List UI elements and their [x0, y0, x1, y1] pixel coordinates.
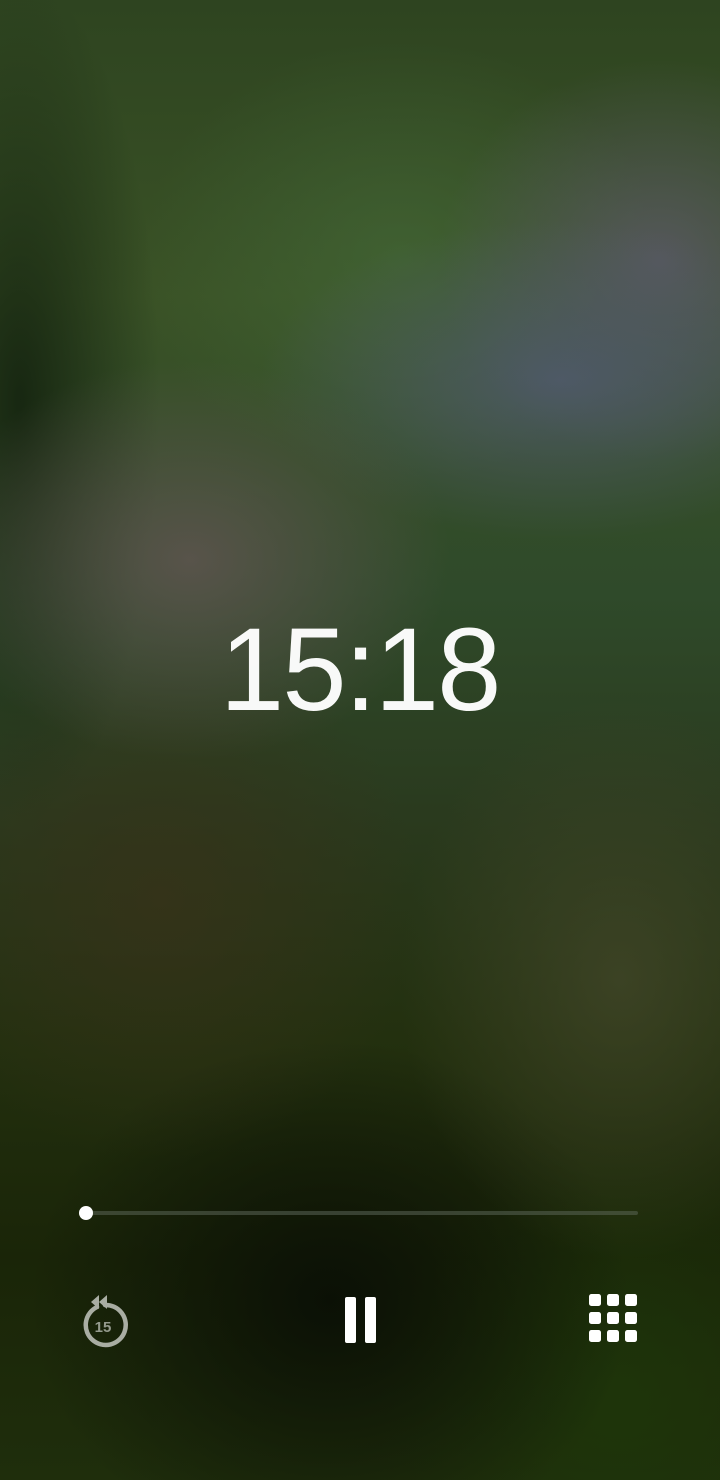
playback-progress-bar[interactable] — [79, 1206, 638, 1220]
grid-menu-icon — [578, 1286, 648, 1356]
menu-grid-button[interactable] — [578, 1286, 648, 1356]
pause-icon — [326, 1286, 396, 1356]
rewind-seconds-label: 15 — [94, 1319, 112, 1336]
clock-time: 15:18 — [0, 610, 720, 730]
pause-button[interactable] — [326, 1286, 396, 1356]
clock-time-text: 15:18 — [220, 604, 502, 736]
progress-knob[interactable] — [79, 1206, 93, 1220]
rewind-15-button[interactable]: 15 — [68, 1286, 138, 1356]
rewind-15-icon: 15 — [67, 1285, 139, 1357]
blurred-background — [0, 0, 720, 1480]
